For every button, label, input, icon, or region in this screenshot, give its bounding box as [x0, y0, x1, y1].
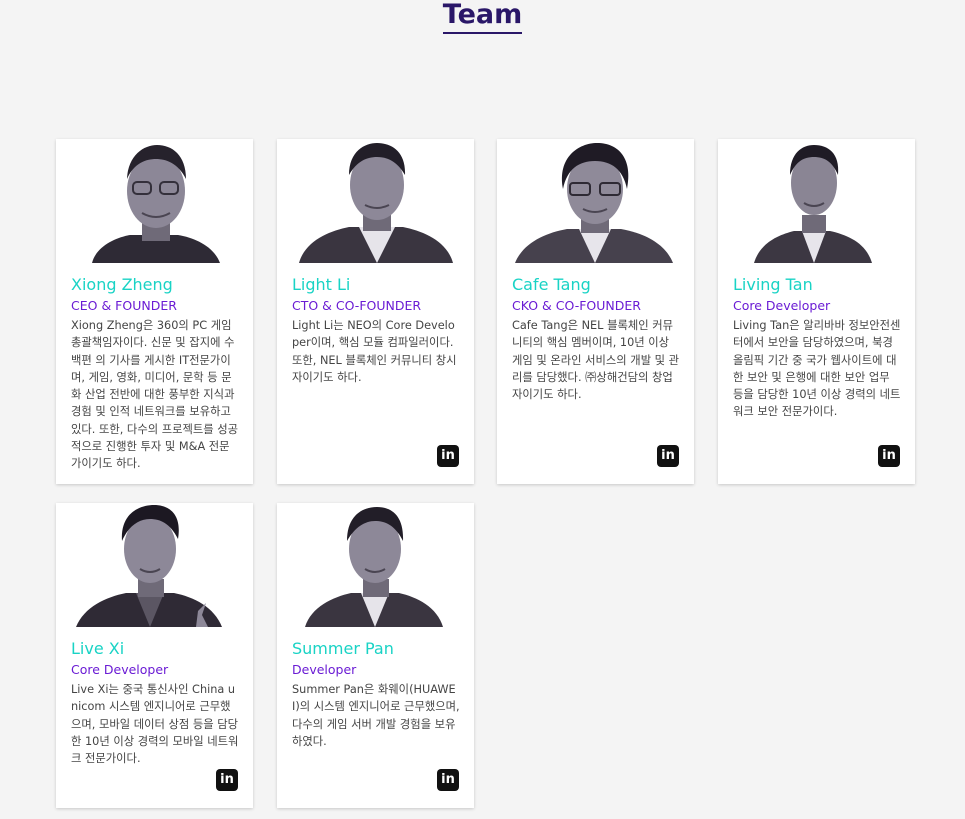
team-card-live-xi: Live Xi Core Developer Live Xi는 중국 통신사인 … — [56, 503, 253, 808]
member-role: CKO & CO-FOUNDER — [512, 298, 641, 313]
team-grid: Xiong Zheng CEO & FOUNDER Xiong Zheng은 3… — [0, 0, 965, 819]
member-role: Developer — [292, 662, 357, 677]
linkedin-icon[interactable]: in — [437, 445, 459, 467]
member-bio: Light Li는 NEO의 Core Developer이며, 핵심 모듈 컴… — [292, 319, 457, 384]
card-body: Summer Pan Developer Summer Pan은 화웨이(HUA… — [277, 627, 474, 750]
linkedin-icon[interactable]: in — [437, 769, 459, 791]
member-name: Living Tan — [733, 275, 813, 294]
card-body: Xiong Zheng CEO & FOUNDER Xiong Zheng은 3… — [56, 263, 253, 473]
linkedin-icon[interactable]: in — [878, 445, 900, 467]
member-bio: Xiong Zheng은 360의 PC 게임 총괄책임자이다. 신문 및 잡지… — [71, 319, 239, 471]
team-card-summer-pan: Summer Pan Developer Summer Pan은 화웨이(HUA… — [277, 503, 474, 808]
member-role: CEO & FOUNDER — [71, 298, 177, 313]
member-photo — [497, 139, 694, 263]
card-body: Cafe Tang CKO & CO-FOUNDER Cafe Tang은 NE… — [497, 263, 694, 403]
card-body: Light Li CTO & CO-FOUNDER Light Li는 NEO의… — [277, 263, 474, 386]
member-name: Xiong Zheng — [71, 275, 173, 294]
member-role: CTO & CO-FOUNDER — [292, 298, 422, 313]
member-name: Cafe Tang — [512, 275, 591, 294]
member-photo — [718, 139, 915, 263]
member-name: Light Li — [292, 275, 351, 294]
member-bio: Live Xi는 중국 통신사인 China unicom 시스템 엔지니어로 … — [71, 683, 239, 766]
member-name: Live Xi — [71, 639, 125, 658]
member-name: Summer Pan — [292, 639, 394, 658]
team-card-light-li: Light Li CTO & CO-FOUNDER Light Li는 NEO의… — [277, 139, 474, 484]
member-role: Core Developer — [733, 298, 831, 313]
card-body: Live Xi Core Developer Live Xi는 중국 통신사인 … — [56, 627, 253, 767]
team-card-cafe-tang: Cafe Tang CKO & CO-FOUNDER Cafe Tang은 NE… — [497, 139, 694, 484]
member-bio: Summer Pan은 화웨이(HUAWEI)의 시스템 엔지니어로 근무했으며… — [292, 683, 460, 748]
card-body: Living Tan Core Developer Living Tan은 알리… — [718, 263, 915, 421]
member-photo — [56, 503, 253, 627]
linkedin-icon[interactable]: in — [216, 769, 238, 791]
team-card-xiong-zheng: Xiong Zheng CEO & FOUNDER Xiong Zheng은 3… — [56, 139, 253, 484]
member-photo — [277, 139, 474, 263]
member-bio: Cafe Tang은 NEL 블록체인 커뮤니티의 핵심 멤버이며, 10년 이… — [512, 319, 680, 402]
member-photo — [56, 139, 253, 263]
member-role: Core Developer — [71, 662, 169, 677]
member-photo — [277, 503, 474, 627]
linkedin-icon[interactable]: in — [657, 445, 679, 467]
team-card-living-tan: Living Tan Core Developer Living Tan은 알리… — [718, 139, 915, 484]
member-bio: Living Tan은 알리바바 정보안전센터에서 보안을 담당하였으며, 북경… — [733, 319, 901, 419]
